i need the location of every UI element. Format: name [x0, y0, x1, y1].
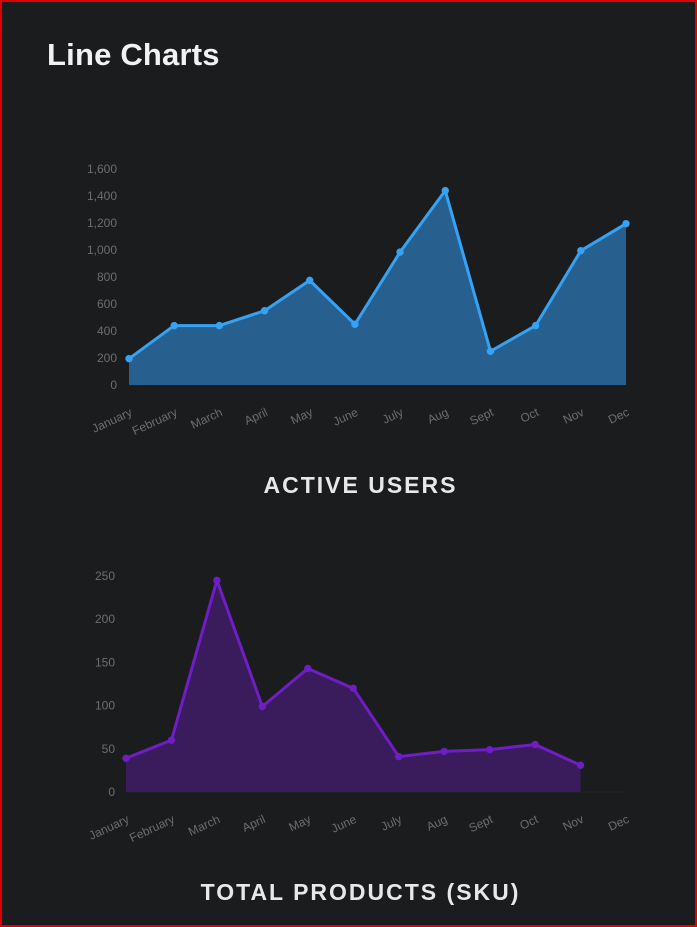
- total-products-x-tick-label: June: [329, 812, 359, 836]
- active-users-y-tick-label: 1,000: [87, 243, 117, 257]
- total-products-y-tick-label: 150: [95, 655, 115, 669]
- active-users-x-tick-label: April: [242, 405, 270, 428]
- total-products-y-tick-label: 200: [95, 612, 115, 626]
- active-users-point-march[interactable]: [215, 321, 224, 330]
- active-users-x-tick-label: January: [90, 405, 135, 436]
- active-users-point-may[interactable]: [306, 276, 314, 285]
- total-products-y-tick-label: 250: [95, 569, 115, 583]
- active-users-x-tick-label: June: [331, 405, 361, 429]
- page-title: Line Charts: [47, 37, 220, 72]
- total-products-point-sept[interactable]: [485, 745, 494, 754]
- total-products-point-oct[interactable]: [531, 740, 539, 749]
- total-products-y-tick-label: 100: [95, 699, 115, 713]
- total-products-point-nov[interactable]: [576, 761, 585, 769]
- total-products-x-tick-label: Aug: [424, 812, 449, 834]
- total-products-x-tick-label: Dec: [606, 812, 631, 834]
- total-products-x-tick-label: March: [186, 812, 222, 839]
- active-users-y-tick-label: 600: [97, 297, 117, 311]
- total-products-point-july[interactable]: [395, 752, 403, 761]
- active-users-point-june[interactable]: [351, 320, 359, 328]
- active-users-point-january[interactable]: [125, 354, 133, 363]
- total-products-x-tick-label: Nov: [561, 812, 586, 834]
- active-users-point-aug[interactable]: [441, 186, 449, 195]
- page-frame: Line Charts 0 200 400 600 800 1,000 1,200 1,400…: [0, 0, 697, 927]
- active-users-point-july[interactable]: [396, 248, 404, 256]
- active-users-point-sept[interactable]: [486, 347, 495, 355]
- active-users-chart-title: ACTIVE USERS: [263, 472, 458, 498]
- active-users-y-tick-label: 1,400: [87, 189, 117, 203]
- total-products-x-tick-label: July: [379, 812, 404, 834]
- active-users-y-tick-label: 1,200: [87, 216, 117, 230]
- total-products-point-march[interactable]: [213, 576, 221, 585]
- active-users-point-dec[interactable]: [622, 219, 630, 228]
- total-products-x-tick-label: January: [87, 812, 132, 843]
- active-users-x-tick-label: Dec: [606, 405, 631, 427]
- total-products-y-tick-label: 0: [108, 785, 115, 799]
- total-products-x-tick-label: February: [127, 812, 176, 845]
- active-users-x-tick-label: March: [188, 405, 224, 432]
- active-users-x-tick-label: Sept: [467, 405, 496, 428]
- active-users-point-oct[interactable]: [531, 321, 540, 330]
- active-users-y-tick-label: 1,600: [87, 162, 117, 176]
- total-products-point-aug[interactable]: [440, 747, 448, 756]
- active-users-x-tick-label: February: [130, 405, 179, 438]
- active-users-x-tick-label: July: [380, 405, 405, 427]
- active-users-x-tick-label: Aug: [425, 405, 450, 427]
- active-users-x-tick-label: Nov: [561, 405, 586, 427]
- active-users-y-tick-label: 200: [97, 351, 117, 365]
- active-users-point-april[interactable]: [260, 307, 269, 315]
- active-users-point-february[interactable]: [170, 321, 178, 330]
- total-products-chart-title: TOTAL PRODUCTS (SKU): [200, 879, 521, 905]
- total-products-point-january[interactable]: [122, 754, 130, 763]
- active-users-x-tick-label: Oct: [518, 405, 541, 426]
- active-users-y-tick-label: 400: [97, 324, 117, 338]
- total-products-x-tick-label: May: [287, 812, 313, 834]
- total-products-point-april[interactable]: [258, 702, 267, 711]
- total-products-y-tick-label: 50: [102, 742, 116, 756]
- total-products-chart: 0 50 100 150 200 250 JanuaryFebruary March April…: [87, 569, 632, 845]
- active-users-x-tick-label: May: [289, 405, 315, 427]
- active-users-y-tick-label: 800: [97, 270, 117, 284]
- total-products-point-may[interactable]: [304, 664, 312, 673]
- total-products-x-tick-label: Oct: [518, 812, 541, 833]
- total-products-point-june[interactable]: [349, 684, 357, 693]
- total-products-point-february[interactable]: [167, 736, 176, 744]
- total-products-x-tick-label: April: [240, 812, 268, 835]
- active-users-chart: 0 200 400 600 800 1,000 1,200 1,400 1,600 January…: [87, 162, 631, 438]
- active-users-y-tick-label: 0: [110, 378, 117, 392]
- active-users-point-nov[interactable]: [577, 246, 585, 255]
- total-products-x-tick-label: Sept: [467, 812, 496, 835]
